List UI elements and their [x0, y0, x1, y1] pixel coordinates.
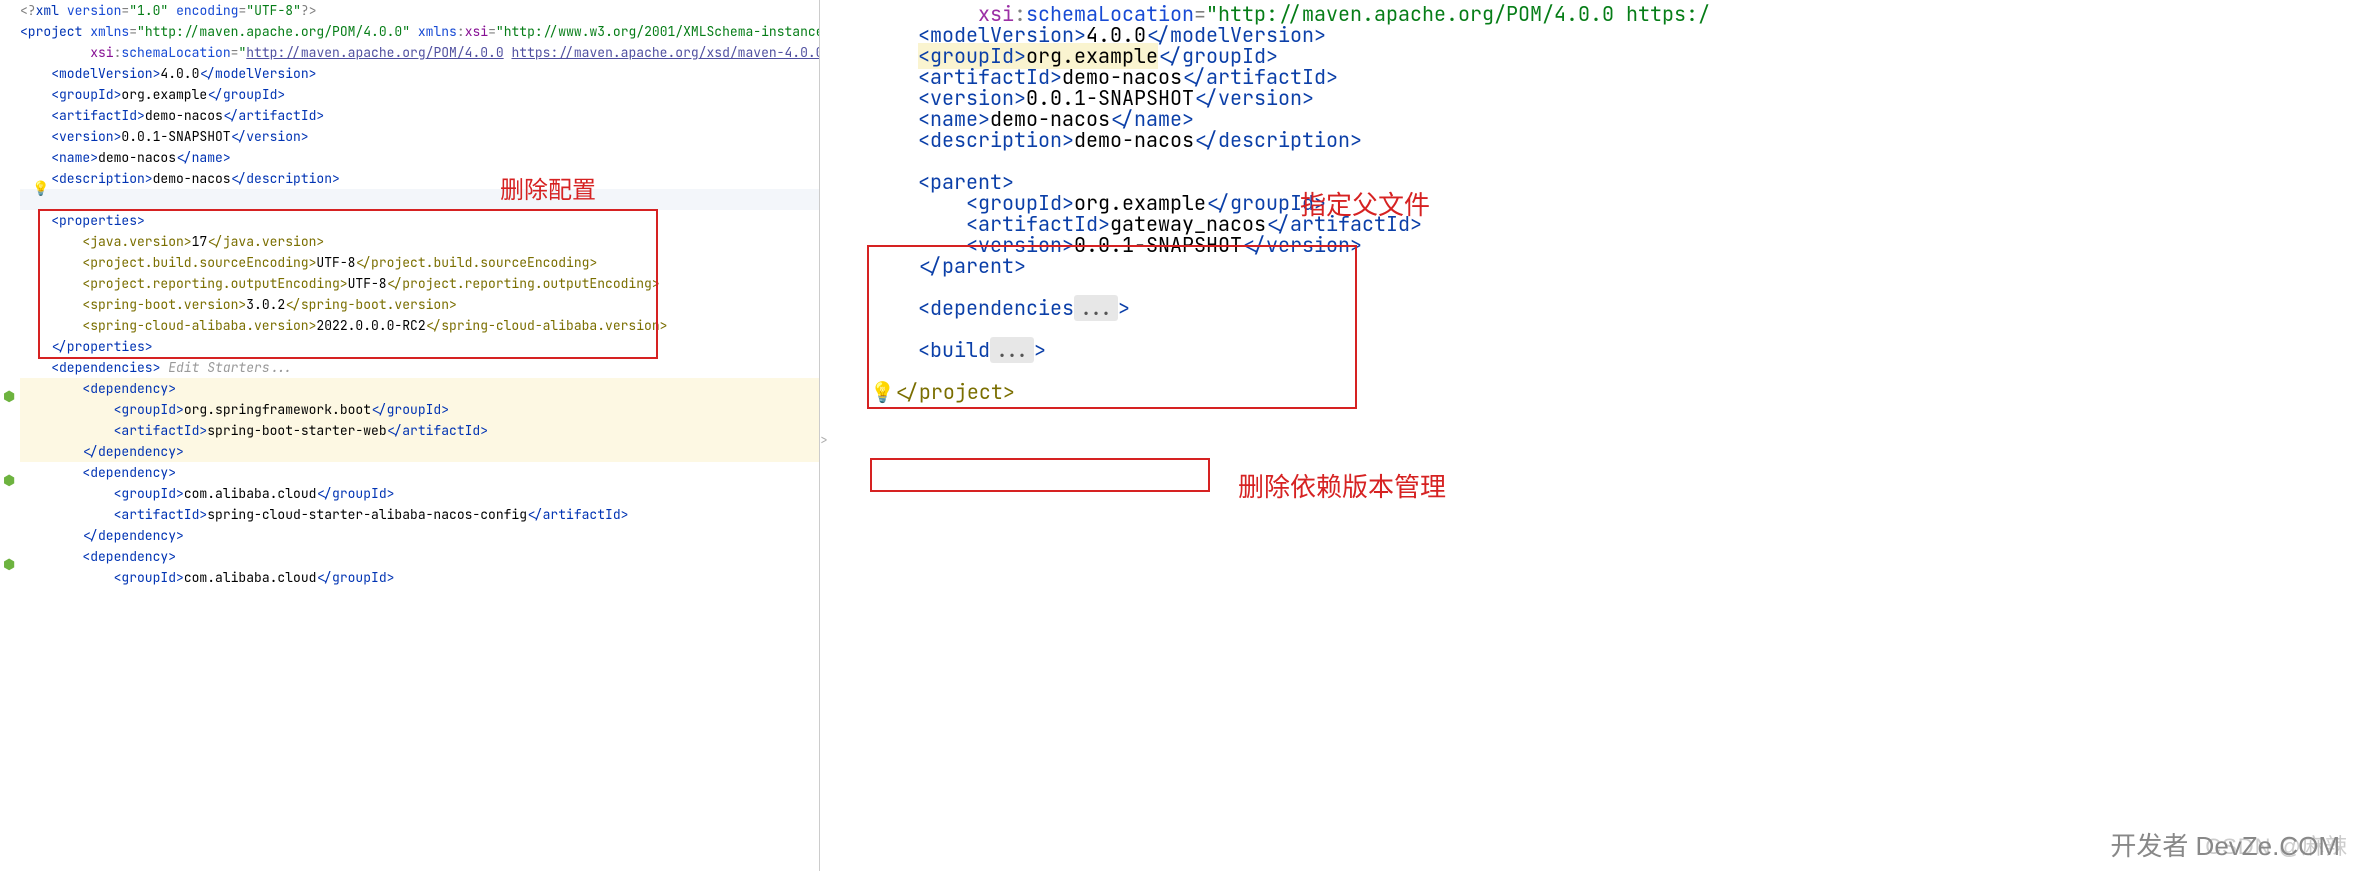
fold-icon[interactable]: ...: [990, 337, 1034, 363]
code-line: <project.build.sourceEncoding>UTF-8</pro…: [20, 252, 819, 273]
code-line: <description>demo-nacos</description>: [870, 130, 2368, 151]
code-line: <modelVersion>4.0.0</modelVersion>: [20, 63, 819, 84]
code-line: <build...>: [870, 340, 2368, 361]
code-line: <groupId>org.example</groupId>: [20, 84, 819, 105]
red-box-dep-mgmt: [870, 458, 1210, 492]
spring-icon: ⬢: [3, 472, 15, 490]
code-line: 💡</project>: [870, 382, 2368, 403]
code-line: <project xmlns="http://maven.apache.org/…: [20, 21, 819, 42]
code-line: <dependencies> Edit Starters...: [20, 357, 819, 378]
code-line: <name>demo-nacos</name>: [20, 147, 819, 168]
code-line: <artifactId>spring-boot-starter-web</art…: [20, 420, 819, 441]
left-editor-pane[interactable]: 💡 ⬢ ⬢ ⬢ <?xml version="1.0" encoding="UT…: [0, 0, 820, 871]
code-line: <dependency>: [20, 546, 819, 567]
code-line: <spring-cloud-alibaba.version>2022.0.0.0…: [20, 315, 819, 336]
logo-text: 开发者 DevZe.COM: [2110, 826, 2340, 863]
code-line: xsi:schemaLocation="http://maven.apache.…: [20, 42, 819, 63]
code-line: </dependency>: [20, 441, 819, 462]
code-line: [870, 151, 2368, 172]
code-line: <dependency>: [20, 378, 819, 399]
fold-icon[interactable]: ...: [1074, 295, 1118, 321]
code-line: <artifactId>demo-nacos</artifactId>: [20, 105, 819, 126]
code-line: <groupId>org.springframework.boot</group…: [20, 399, 819, 420]
lightbulb-icon[interactable]: 💡: [32, 180, 49, 198]
code-line: <version>0.0.1-SNAPSHOT</version>: [870, 235, 2368, 256]
annotation-delete-dep-mgmt: 删除依赖版本管理: [1238, 467, 1446, 509]
code-line: <dependencies...>: [870, 298, 2368, 319]
code-line: <groupId>com.alibaba.cloud</groupId>: [20, 567, 819, 588]
code-line: <java.version>17</java.version>: [20, 231, 819, 252]
right-code-block[interactable]: xsi:schemaLocation="http://maven.apache.…: [850, 0, 2368, 403]
spring-icon: ⬢: [3, 556, 15, 574]
left-code-block[interactable]: <?xml version="1.0" encoding="UTF-8"?> <…: [0, 0, 819, 588]
code-line: </dependency>: [20, 525, 819, 546]
edit-starters-link[interactable]: Edit Starters...: [168, 359, 293, 376]
code-line: <properties>: [20, 210, 819, 231]
spring-icon: ⬢: [3, 388, 15, 406]
code-line: <spring-boot.version>3.0.2</spring-boot.…: [20, 294, 819, 315]
right-editor-pane[interactable]: xsi:schemaLocation="http://maven.apache.…: [820, 0, 2368, 871]
code-line: <project.reporting.outputEncoding>UTF-8<…: [20, 273, 819, 294]
code-line: <artifactId>spring-cloud-starter-alibaba…: [20, 504, 819, 525]
code-line: <version>0.0.1-SNAPSHOT</version>: [20, 126, 819, 147]
code-line: </properties>: [20, 336, 819, 357]
code-line: [20, 189, 819, 210]
code-line: <groupId>com.alibaba.cloud</groupId>: [20, 483, 819, 504]
code-line: [870, 361, 2368, 382]
code-line: [870, 319, 2368, 340]
code-line: </parent>: [870, 256, 2368, 277]
code-line: <dependency>: [20, 462, 819, 483]
pane-divider-handle[interactable]: >: [817, 430, 831, 450]
code-line: <?xml version="1.0" encoding="UTF-8"?>: [20, 0, 819, 21]
code-line: <description>demo-nacos</description>: [20, 168, 819, 189]
